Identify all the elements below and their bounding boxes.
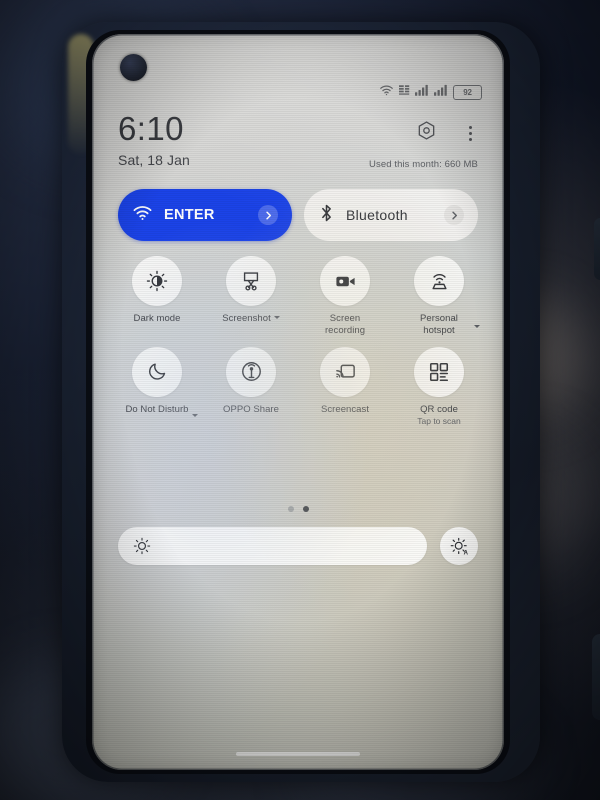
photo-of-phone-screenshot: 92 6:10 Sat, 18 Jan xyxy=(0,0,600,800)
photo-vignette xyxy=(0,0,600,800)
